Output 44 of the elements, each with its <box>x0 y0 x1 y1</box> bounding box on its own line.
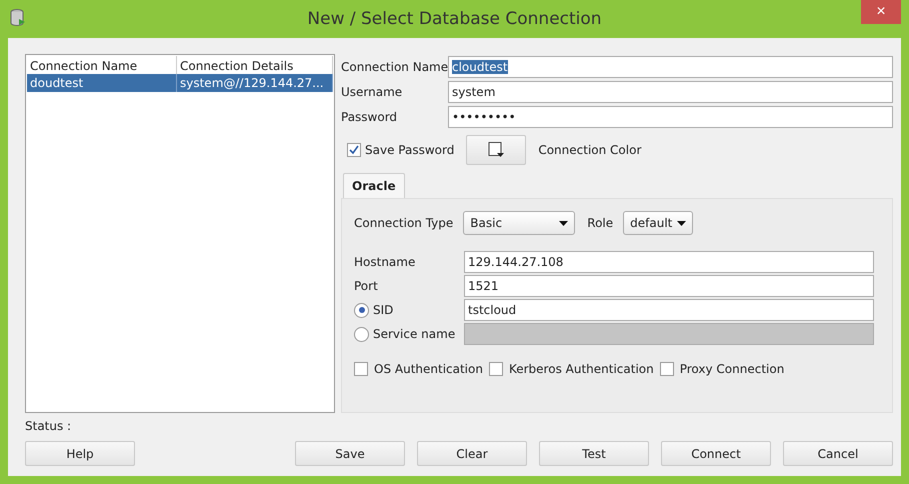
field-label: Username <box>341 84 404 98</box>
status-label: Status : <box>25 418 72 435</box>
checkbox[interactable] <box>488 362 503 376</box>
help-button[interactable]: Help <box>25 441 135 466</box>
role-dropdown[interactable]: default <box>623 211 694 235</box>
table-cell[interactable]: doudtest <box>27 74 177 92</box>
dialog-button[interactable]: Test <box>539 441 649 466</box>
dialog-button[interactable]: Cancel <box>783 441 893 466</box>
input-field[interactable]: 129.144.27.108 <box>464 251 874 273</box>
checkbox[interactable] <box>347 143 361 157</box>
field-label: Port <box>354 279 379 293</box>
checkbox-label: Kerberos Authentication <box>508 362 654 376</box>
field-label: Hostname <box>354 255 416 269</box>
checkbox-label: Proxy Connection <box>680 362 784 376</box>
dialog-button[interactable]: Clear <box>417 441 527 466</box>
input-field[interactable]: tstcloud <box>464 299 874 321</box>
input-field[interactable]: ••••••••• <box>448 106 893 128</box>
connection-color-label: Connection Color <box>538 143 642 157</box>
checkbox[interactable] <box>354 362 368 376</box>
field-label: Connection Name <box>341 60 448 74</box>
input-field[interactable]: cloudtest <box>448 56 893 78</box>
radio-label: Service name <box>373 327 456 341</box>
checkbox[interactable] <box>660 362 674 376</box>
checkbox-label: OS Authentication <box>374 362 483 376</box>
radio-button[interactable] <box>354 302 369 318</box>
field-label: Connection Type <box>354 216 454 230</box>
checkbox-label: Save Password <box>365 143 454 157</box>
dialog-button[interactable]: Save <box>295 441 405 466</box>
close-button[interactable]: × <box>861 0 901 24</box>
window-title: New / Select Database Connection <box>307 9 602 29</box>
caret-icon <box>677 220 686 226</box>
table-cell[interactable]: system@//129.144.27... <box>177 74 333 92</box>
database-icon <box>10 9 26 27</box>
tab[interactable]: Oracle <box>343 173 405 198</box>
radio-label: SID <box>373 303 394 317</box>
input-field[interactable]: 1521 <box>464 275 874 297</box>
field-label: Role <box>587 216 614 230</box>
input-field[interactable]: system <box>448 80 893 102</box>
field-label: Password <box>341 110 398 124</box>
color-swatch-icon <box>487 141 506 159</box>
caret-icon <box>559 220 568 226</box>
color-picker-button[interactable] <box>466 135 526 165</box>
connection-type-dropdown[interactable]: Basic <box>463 211 576 235</box>
dialog-button[interactable]: Connect <box>661 441 771 466</box>
